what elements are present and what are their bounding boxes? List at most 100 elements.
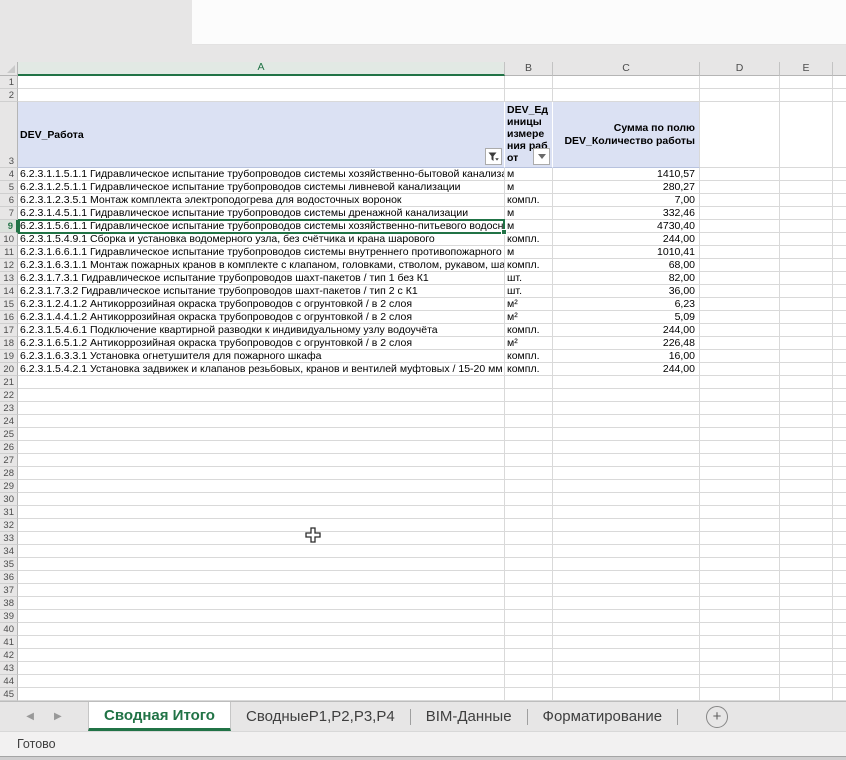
- column-header-c[interactable]: C: [553, 62, 700, 76]
- cell-unit[interactable]: компл.: [505, 259, 553, 272]
- row-header[interactable]: 9: [0, 220, 18, 233]
- grid-cell[interactable]: [833, 402, 846, 415]
- row-header[interactable]: 31: [0, 506, 18, 519]
- grid-cell[interactable]: [553, 480, 700, 493]
- row-header[interactable]: 16: [0, 311, 18, 324]
- row-header[interactable]: 24: [0, 415, 18, 428]
- grid-cell[interactable]: [780, 493, 833, 506]
- grid-cell[interactable]: [700, 571, 780, 584]
- grid-cell[interactable]: [553, 506, 700, 519]
- grid-cell[interactable]: [780, 610, 833, 623]
- row-header[interactable]: 12: [0, 259, 18, 272]
- grid-cell[interactable]: [505, 636, 553, 649]
- grid-cell[interactable]: [553, 415, 700, 428]
- grid-cell[interactable]: [780, 233, 833, 246]
- cell-work[interactable]: 6.2.3.1.4.4.1.2 Антикоррозийная окраска …: [18, 311, 505, 324]
- row-header[interactable]: 42: [0, 649, 18, 662]
- grid-cell[interactable]: [833, 298, 846, 311]
- grid-cell[interactable]: [780, 623, 833, 636]
- grid-cell[interactable]: [833, 376, 846, 389]
- grid-cell[interactable]: [700, 532, 780, 545]
- row-header[interactable]: 15: [0, 298, 18, 311]
- cell-qty[interactable]: 280,27: [553, 181, 700, 194]
- grid-cell[interactable]: [18, 389, 505, 402]
- grid-cell[interactable]: [18, 610, 505, 623]
- cell-unit[interactable]: м²: [505, 298, 553, 311]
- grid-cell[interactable]: [833, 259, 846, 272]
- cell-unit[interactable]: м: [505, 207, 553, 220]
- grid-cell[interactable]: [18, 493, 505, 506]
- grid-cell[interactable]: [553, 558, 700, 571]
- cell-qty[interactable]: 82,00: [553, 272, 700, 285]
- row-header[interactable]: 30: [0, 493, 18, 506]
- grid-cell[interactable]: [833, 324, 846, 337]
- cell-qty[interactable]: 68,00: [553, 259, 700, 272]
- cell-work[interactable]: 6.2.3.1.5.4.2.1 Установка задвижек и кла…: [18, 363, 505, 376]
- grid-cell[interactable]: [553, 597, 700, 610]
- grid-cell[interactable]: [505, 454, 553, 467]
- row-header[interactable]: 41: [0, 636, 18, 649]
- grid-cell[interactable]: [700, 519, 780, 532]
- grid-cell[interactable]: [553, 623, 700, 636]
- grid-cell[interactable]: [553, 532, 700, 545]
- grid-cell[interactable]: [780, 376, 833, 389]
- next-sheet-icon[interactable]: ▶: [54, 711, 62, 722]
- grid-cell[interactable]: [18, 597, 505, 610]
- add-sheet-button[interactable]: +: [706, 705, 729, 728]
- cell-qty[interactable]: 36,00: [553, 285, 700, 298]
- grid-cell[interactable]: [833, 76, 846, 89]
- grid-cell[interactable]: [780, 662, 833, 675]
- grid-cell[interactable]: [700, 389, 780, 402]
- grid-cell[interactable]: [780, 415, 833, 428]
- grid-cell[interactable]: [505, 545, 553, 558]
- grid-cell[interactable]: [505, 688, 553, 701]
- grid-cell[interactable]: [700, 415, 780, 428]
- grid-cell[interactable]: [700, 558, 780, 571]
- row-header[interactable]: 34: [0, 545, 18, 558]
- cell-unit[interactable]: компл.: [505, 324, 553, 337]
- grid-cell[interactable]: [833, 493, 846, 506]
- grid-cell[interactable]: [18, 662, 505, 675]
- grid-cell[interactable]: [553, 636, 700, 649]
- row-header[interactable]: 7: [0, 207, 18, 220]
- cell-work[interactable]: 6.2.3.1.6.3.3.1 Установка огнетушителя д…: [18, 350, 505, 363]
- grid-cell[interactable]: [700, 246, 780, 259]
- row-header[interactable]: 33: [0, 532, 18, 545]
- grid-cell[interactable]: [553, 662, 700, 675]
- row-header[interactable]: 37: [0, 584, 18, 597]
- grid-cell[interactable]: [505, 610, 553, 623]
- grid-cell[interactable]: [700, 89, 780, 102]
- grid-cell[interactable]: [833, 350, 846, 363]
- grid-cell[interactable]: [18, 76, 505, 89]
- grid-cell[interactable]: [780, 441, 833, 454]
- grid-cell[interactable]: [780, 636, 833, 649]
- grid-cell[interactable]: [700, 545, 780, 558]
- grid-cell[interactable]: [700, 311, 780, 324]
- grid-cell[interactable]: [18, 558, 505, 571]
- grid-cell[interactable]: [780, 675, 833, 688]
- grid-cell[interactable]: [833, 311, 846, 324]
- pivot-header-work-cell[interactable]: DEV_Работа: [18, 102, 505, 168]
- row-header[interactable]: 6: [0, 194, 18, 207]
- cell-qty[interactable]: 4730,40: [553, 220, 700, 233]
- grid-cell[interactable]: [780, 467, 833, 480]
- row-header[interactable]: 14: [0, 285, 18, 298]
- grid-cell[interactable]: [780, 298, 833, 311]
- grid-cell[interactable]: [780, 558, 833, 571]
- grid-cell[interactable]: [780, 207, 833, 220]
- grid-cell[interactable]: [833, 272, 846, 285]
- grid-cell[interactable]: [700, 272, 780, 285]
- grid-cell[interactable]: [700, 454, 780, 467]
- grid-cell[interactable]: [780, 168, 833, 181]
- grid-cell[interactable]: [780, 506, 833, 519]
- grid-cell[interactable]: [780, 324, 833, 337]
- pivot-header-unit-cell[interactable]: DEV_Единицы измерения работ: [505, 102, 553, 168]
- grid-cell[interactable]: [505, 675, 553, 688]
- grid-cell[interactable]: [505, 89, 553, 102]
- grid-cell[interactable]: [700, 220, 780, 233]
- grid-cell[interactable]: [780, 597, 833, 610]
- cell-work[interactable]: 6.2.3.1.2.3.5.1 Монтаж комплекта электро…: [18, 194, 505, 207]
- grid-cell[interactable]: [505, 376, 553, 389]
- pivot-header-values-cell[interactable]: Сумма по полю DEV_Количество работы: [553, 102, 700, 168]
- grid-cell[interactable]: [700, 324, 780, 337]
